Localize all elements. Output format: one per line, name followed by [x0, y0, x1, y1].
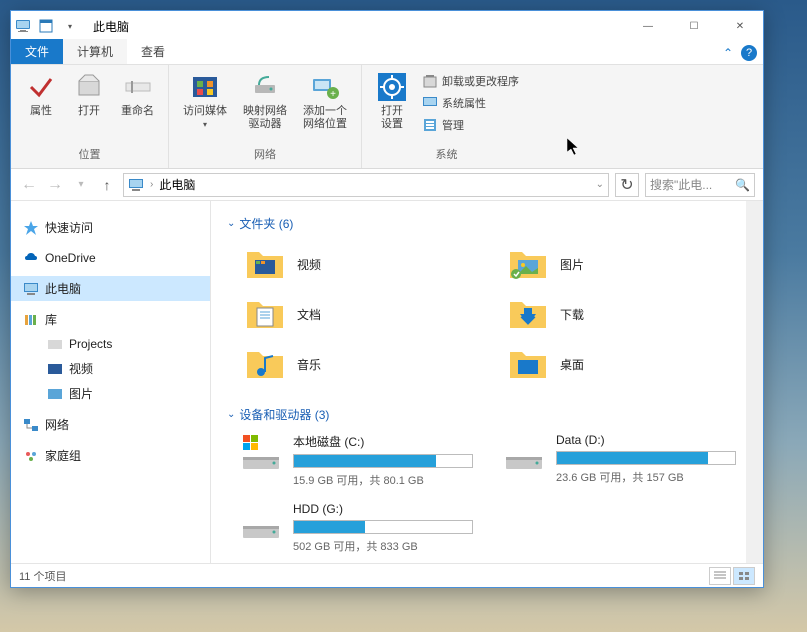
sidebar-item-videos[interactable]: 视频 [11, 356, 210, 381]
open-button[interactable]: 打开 [67, 69, 111, 120]
ribbon-group-location: 属性 打开 重命名 位置 [11, 65, 169, 168]
sidebar-item-quick-access[interactable]: 快速访问 [11, 215, 210, 240]
sidebar-item-network[interactable]: 网络 [11, 412, 210, 437]
folder-desktop[interactable]: 桌面 [504, 342, 747, 386]
drive-name: 本地磁盘 (C:) [293, 433, 484, 450]
document-folder-icon [245, 296, 285, 332]
drive-item[interactable]: 本地磁盘 (C:) 15.9 GB 可用，共 80.1 GB [241, 433, 484, 488]
titlebar[interactable]: ▾ 此电脑 — ☐ ✕ [11, 11, 763, 41]
drive-item[interactable]: HDD (G:) 502 GB 可用，共 833 GB [241, 502, 484, 554]
minimize-button[interactable]: — [625, 11, 671, 41]
qat-properties-icon[interactable] [35, 15, 57, 37]
window-controls: — ☐ ✕ [625, 11, 763, 41]
ribbon-group-system: 打开 设置 卸载或更改程序 系统属性 管理 系统 [362, 65, 531, 168]
properties-button[interactable]: 属性 [19, 69, 63, 120]
maximize-button[interactable]: ☐ [671, 11, 717, 41]
picture-folder-icon [508, 246, 548, 282]
sidebar-item-this-pc[interactable]: 此电脑 [11, 276, 210, 301]
search-icon: 🔍 [735, 178, 750, 192]
this-pc-icon [23, 281, 39, 297]
folder-icon [47, 336, 63, 352]
search-input[interactable]: 搜索"此电... 🔍 [645, 173, 755, 197]
collapse-ribbon-icon[interactable]: ⌃ [723, 46, 733, 60]
back-button[interactable]: ← [19, 175, 39, 195]
this-pc-icon [15, 18, 31, 34]
add-network-button[interactable]: + 添加一个 网络位置 [297, 69, 353, 133]
open-settings-button[interactable]: 打开 设置 [370, 69, 414, 133]
desktop-folder-icon [508, 346, 548, 382]
drive-icon [241, 502, 281, 542]
section-folders[interactable]: ⌄文件夹 (6) [227, 209, 747, 238]
details-view-button[interactable] [709, 567, 731, 585]
address-field[interactable]: › 此电脑 ⌄ [123, 173, 609, 197]
drive-icon [241, 433, 281, 473]
video-folder-icon [245, 246, 285, 282]
sidebar-item-projects[interactable]: Projects [11, 332, 210, 356]
drive-free-text: 502 GB 可用，共 833 GB [293, 538, 484, 554]
status-item-count: 11 个项目 [19, 568, 66, 584]
close-button[interactable]: ✕ [717, 11, 763, 41]
rename-button[interactable]: 重命名 [115, 69, 160, 120]
drive-item[interactable]: Data (D:) 23.6 GB 可用，共 157 GB [504, 433, 747, 488]
folder-music[interactable]: 音乐 [241, 342, 484, 386]
onedrive-icon [23, 250, 39, 266]
drive-usage-bar [293, 454, 473, 468]
ribbon-group-network: 访问媒体▾ 映射网络 驱动器 + 添加一个 网络位置 网络 [169, 65, 362, 168]
navigation-pane[interactable]: 快速访问 OneDrive 此电脑 库 Projects 视频 图片 网络 家庭… [11, 201, 211, 563]
tab-view[interactable]: 查看 [127, 39, 179, 64]
sidebar-item-pictures[interactable]: 图片 [11, 381, 210, 406]
status-bar: 11 个项目 [11, 563, 763, 587]
download-folder-icon [508, 296, 548, 332]
drive-icon [504, 433, 544, 473]
drive-name: Data (D:) [556, 433, 747, 447]
access-media-button[interactable]: 访问媒体▾ [177, 69, 233, 133]
forward-button[interactable]: → [45, 175, 65, 195]
star-icon [23, 220, 39, 236]
map-drive-button[interactable]: 映射网络 驱动器 [237, 69, 293, 133]
ribbon-tabs: 文件 计算机 查看 ⌃ ? [11, 41, 763, 65]
homegroup-icon [23, 448, 39, 464]
uninstall-button[interactable]: 卸载或更改程序 [418, 71, 523, 91]
folder-videos[interactable]: 视频 [241, 242, 484, 286]
address-bar: ← → ▾ ↑ › 此电脑 ⌄ ↻ 搜索"此电... 🔍 [11, 169, 763, 201]
icons-view-button[interactable] [733, 567, 755, 585]
this-pc-icon [128, 177, 144, 193]
help-icon[interactable]: ? [741, 45, 757, 61]
main-content[interactable]: ⌄文件夹 (6) 视频 图片 文档 下载 音乐 桌面 ⌄设备和驱动器 (3) 本… [211, 201, 763, 563]
section-drives[interactable]: ⌄设备和驱动器 (3) [227, 400, 747, 429]
sidebar-item-library[interactable]: 库 [11, 307, 210, 332]
drive-free-text: 15.9 GB 可用，共 80.1 GB [293, 472, 484, 488]
breadcrumb[interactable]: 此电脑 [159, 176, 195, 193]
refresh-button[interactable]: ↻ [615, 173, 639, 197]
qat-dropdown-icon[interactable]: ▾ [59, 15, 81, 37]
window-title: 此电脑 [93, 18, 129, 35]
scrollbar[interactable] [746, 201, 763, 563]
sidebar-item-homegroup[interactable]: 家庭组 [11, 443, 210, 468]
content-area: 快速访问 OneDrive 此电脑 库 Projects 视频 图片 网络 家庭… [11, 201, 763, 563]
explorer-window: ▾ 此电脑 — ☐ ✕ 文件 计算机 查看 ⌃ ? 属性 打开 [10, 10, 764, 588]
up-button[interactable]: ↑ [97, 175, 117, 195]
network-icon [23, 417, 39, 433]
drive-free-text: 23.6 GB 可用，共 157 GB [556, 469, 747, 485]
tab-file[interactable]: 文件 [11, 39, 63, 64]
folder-documents[interactable]: 文档 [241, 292, 484, 336]
video-icon [47, 361, 63, 377]
drive-usage-bar [556, 451, 736, 465]
ribbon: 属性 打开 重命名 位置 访问媒体▾ [11, 65, 763, 169]
tab-computer[interactable]: 计算机 [63, 39, 127, 64]
music-folder-icon [245, 346, 285, 382]
drive-name: HDD (G:) [293, 502, 484, 516]
manage-button[interactable]: 管理 [418, 115, 523, 135]
folder-downloads[interactable]: 下载 [504, 292, 747, 336]
drive-usage-bar [293, 520, 473, 534]
sidebar-item-onedrive[interactable]: OneDrive [11, 246, 210, 270]
picture-icon [47, 386, 63, 402]
svg-text:+: + [330, 89, 336, 100]
system-properties-button[interactable]: 系统属性 [418, 93, 523, 113]
folder-pictures[interactable]: 图片 [504, 242, 747, 286]
recent-dropdown[interactable]: ▾ [71, 175, 91, 195]
address-dropdown-icon[interactable]: ⌄ [596, 179, 604, 190]
quick-access-toolbar: ▾ [35, 15, 81, 37]
library-icon [23, 312, 39, 328]
